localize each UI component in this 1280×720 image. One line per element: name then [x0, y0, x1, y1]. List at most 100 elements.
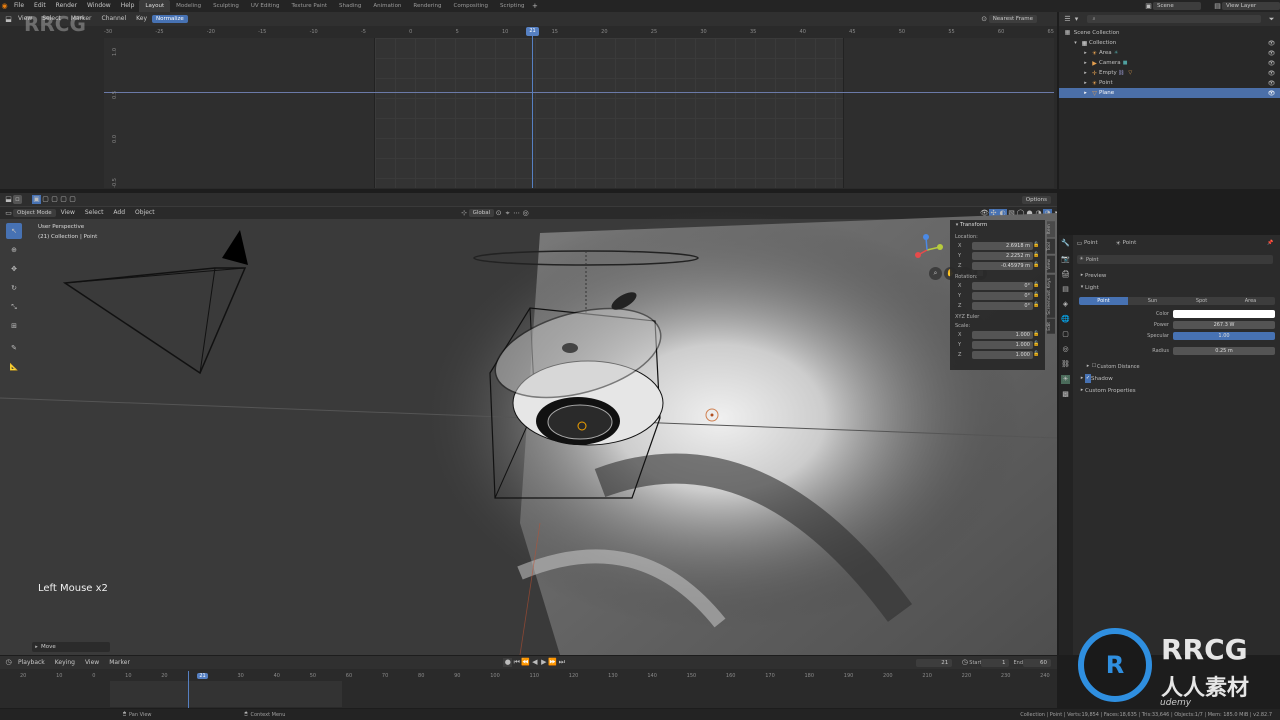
sidebar-tab-tool[interactable]: Tool	[1047, 239, 1055, 254]
start-frame-field[interactable]: 1	[981, 658, 1010, 667]
transform-panel-header[interactable]: ▾ Transform	[950, 220, 1045, 230]
chevron-right-icon[interactable]: ▸	[1081, 69, 1090, 78]
object-props-icon[interactable]: ▢	[1061, 330, 1070, 339]
radius-field[interactable]: 0.25 m	[1173, 347, 1275, 355]
preview-section[interactable]: ▸ Preview	[1079, 271, 1107, 280]
lock-icon[interactable]: 🔓	[1033, 251, 1040, 260]
menu-window[interactable]: Window	[82, 0, 116, 12]
sidebar-tab-screencast-keys[interactable]: Screencast Keys	[1047, 274, 1055, 318]
eye-icon[interactable]: 👁	[1267, 39, 1276, 48]
view-layer-selector[interactable]: View Layer	[1222, 2, 1280, 10]
view-layer-props-icon[interactable]: ▤	[1061, 285, 1070, 294]
lock-icon[interactable]: 🔓	[1033, 281, 1040, 290]
rotation-mode-dropdown[interactable]: XYZ Euler	[955, 314, 979, 320]
cursor-tool-icon[interactable]: ⊕	[6, 242, 22, 258]
light-section[interactable]: ▾ Light	[1079, 283, 1099, 292]
timeline-menu-playback[interactable]: Playback	[13, 657, 50, 669]
workspace-tab-animation[interactable]: Animation	[367, 0, 407, 12]
eye-icon[interactable]: 👁	[1267, 59, 1276, 68]
workspace-tab-sculpting[interactable]: Sculpting	[207, 0, 245, 12]
graph-menu-key[interactable]: Key	[131, 13, 152, 25]
outliner-scene-collection[interactable]: ▦ Scene Collection	[1059, 28, 1280, 38]
graph-frame-ruler[interactable]: -30 -25 -20 -15 -10 -5 0 5 10 15 20 25 3…	[104, 27, 1054, 37]
graph-channel-region[interactable]	[0, 38, 104, 188]
record-icon[interactable]: ●	[503, 658, 513, 667]
view-layer-icon[interactable]: ▤	[1213, 2, 1222, 11]
specular-row[interactable]: Specular 1.00	[1079, 332, 1275, 340]
lock-icon[interactable]: 🔓	[1033, 261, 1040, 270]
location-z-field[interactable]: -0.45979 m	[972, 261, 1033, 270]
light-datablock-selector[interactable]: ☀ Point	[1077, 255, 1273, 264]
location-y-row[interactable]: Y 2.2252 m 🔓	[950, 251, 1045, 261]
color-row[interactable]: Color	[1079, 310, 1275, 318]
eye-icon[interactable]: 👁	[1267, 79, 1276, 88]
workspace-tab-modeling[interactable]: Modeling	[170, 0, 207, 12]
filter-icon[interactable]: ⏷	[1267, 15, 1276, 24]
rotation-y-row[interactable]: Y 0° 🔓	[950, 291, 1045, 301]
transform-tool-icon[interactable]: ⊞	[6, 318, 22, 334]
scale-y-field[interactable]: 1.000	[972, 340, 1033, 349]
annotate-tool-icon[interactable]: ✎	[6, 340, 22, 356]
lock-icon[interactable]: 🔓	[1033, 350, 1040, 359]
tool-props-icon[interactable]: 🔧	[1061, 239, 1070, 248]
select-tool-icon[interactable]: ↖	[6, 223, 22, 239]
lock-icon[interactable]: 🔓	[1033, 241, 1040, 250]
timeline-ruler[interactable]: 20 10 0 10 20 21 30 40 50 60 70 80 90 10…	[20, 671, 1050, 680]
outliner-type-icon[interactable]: ☰	[1063, 15, 1072, 24]
timeline-current-frame-badge[interactable]: 21	[197, 672, 208, 679]
chevron-right-icon[interactable]: ▸	[1081, 79, 1090, 88]
workspace-tab-shading[interactable]: Shading	[333, 0, 367, 12]
lock-icon[interactable]: 🔓	[1033, 291, 1040, 300]
camera-object[interactable]	[62, 267, 247, 375]
rotation-x-field[interactable]: 0°	[972, 281, 1033, 290]
outliner[interactable]: ☰ ▾ ⌕ ⏷ ▦ Scene Collection ▾ ▦ Collectio…	[1059, 12, 1280, 189]
graph-grid-area[interactable]: 1.0 0.5 0.0 -0.5	[104, 38, 1054, 188]
chevron-right-icon[interactable]: ▸	[1081, 49, 1090, 58]
add-workspace-icon[interactable]: +	[530, 2, 539, 11]
workspace-tab-texture-paint[interactable]: Texture Paint	[286, 0, 334, 12]
shadow-section[interactable]: ▸ ✓ Shadow	[1079, 374, 1113, 383]
jump-end-icon[interactable]: ⏭	[557, 658, 566, 667]
location-x-field[interactable]: 2.6918 m	[972, 241, 1033, 250]
end-frame-field[interactable]: 60	[1023, 658, 1051, 667]
graph-editor-type-icon[interactable]: ⬓	[4, 15, 13, 24]
prev-keyframe-icon[interactable]: ⏪	[521, 658, 530, 667]
play-reverse-icon[interactable]: ◀	[530, 658, 539, 667]
last-operator-panel[interactable]: ▸ Move	[32, 642, 110, 652]
outliner-item-area[interactable]: ▸ ☀ Area ☀ 👁	[1059, 48, 1280, 58]
lock-icon[interactable]: 🔓	[1033, 340, 1040, 349]
graph-playhead-line[interactable]	[532, 27, 533, 188]
specular-slider[interactable]: 1.00	[1173, 332, 1275, 340]
physics-props-icon[interactable]: ◎	[1061, 345, 1070, 354]
location-y-field[interactable]: 2.2252 m	[972, 251, 1033, 260]
pivot-icon[interactable]: ⊙	[980, 15, 989, 24]
3d-viewport[interactable]: ⬓ ▫ ▣ ▢ ▢ ▢ ▢ Options ▭ Object Mode View…	[0, 193, 1057, 655]
timeline[interactable]: ◷ Playback Keying View Marker ● ⏮ ⏪ ◀ ▶ …	[0, 656, 1057, 708]
blender-logo-icon[interactable]: ◉	[0, 2, 9, 11]
frame-snapping-dropdown[interactable]: Nearest Frame	[988, 15, 1037, 23]
outliner-search-input[interactable]: ⌕	[1087, 15, 1261, 23]
navigation-gizmo[interactable]	[910, 233, 944, 267]
light-type-spot[interactable]: Spot	[1177, 297, 1226, 305]
light-type-point[interactable]: Point	[1079, 297, 1128, 305]
light-type-sun[interactable]: Sun	[1128, 297, 1177, 305]
outliner-item-point[interactable]: ▸ ☀ Point 👁	[1059, 78, 1280, 88]
timeline-menu-view[interactable]: View	[80, 657, 104, 669]
scale-y-row[interactable]: Y 1.000 🔓	[950, 340, 1045, 350]
outliner-item-collection[interactable]: ▾ ▦ Collection 👁	[1059, 38, 1280, 48]
sidebar-tab-edit[interactable]: Edit	[1047, 319, 1055, 335]
graph-menu-channel[interactable]: Channel	[97, 13, 132, 25]
jump-start-icon[interactable]: ⏮	[512, 658, 521, 667]
eye-icon[interactable]: 👁	[1267, 89, 1276, 98]
rotate-tool-icon[interactable]: ↻	[6, 280, 22, 296]
lock-icon[interactable]: 🔓	[1033, 301, 1040, 310]
power-row[interactable]: Power 267.3 W	[1079, 321, 1275, 329]
radius-row[interactable]: Radius 0.25 m	[1079, 347, 1275, 355]
menu-file[interactable]: File	[9, 0, 29, 12]
custom-distance-section[interactable]: ▸ ☐ Custom Distance	[1085, 362, 1140, 371]
display-mode-icon[interactable]: ▾	[1072, 15, 1081, 24]
workspace-tab-scripting[interactable]: Scripting	[494, 0, 530, 12]
render-props-icon[interactable]: 📷	[1061, 255, 1070, 264]
pin-icon[interactable]: 📌	[1266, 239, 1275, 248]
eye-icon[interactable]: 👁	[1267, 69, 1276, 78]
